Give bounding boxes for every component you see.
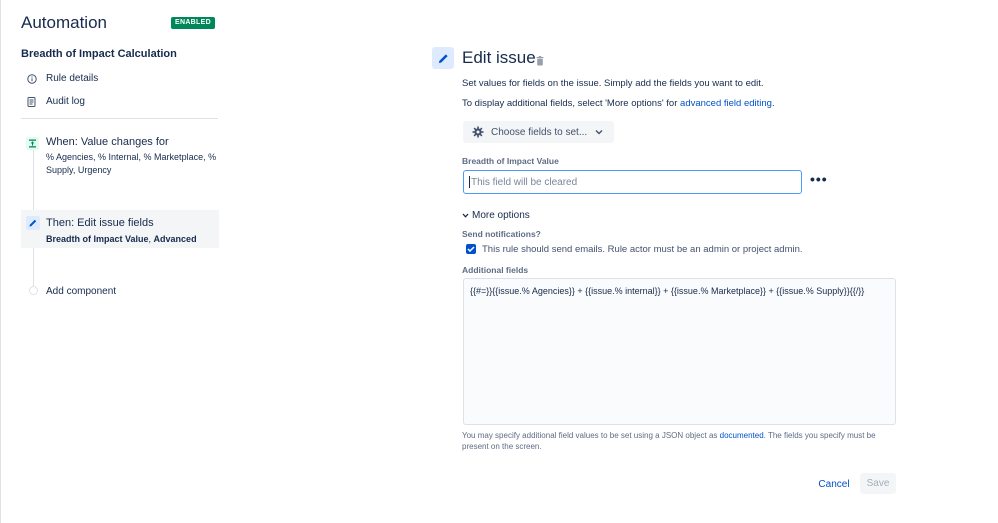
documented-link[interactable]: documented [720, 431, 764, 440]
send-notifications-label: Send notifications? [462, 229, 541, 239]
send-emails-checkbox[interactable] [466, 244, 476, 254]
trigger-title: When: Value changes for [46, 136, 169, 148]
additional-fields-label: Additional fields [462, 265, 529, 275]
breadth-of-impact-input[interactable]: This field will be cleared [463, 170, 802, 194]
trigger-icon [26, 137, 39, 150]
action-subtitle-field: Breadth of Impact Value [46, 234, 149, 244]
more-actions-icon[interactable]: ••• [810, 172, 828, 186]
app-title: Automation [21, 13, 107, 32]
cancel-button[interactable]: Cancel [814, 474, 854, 494]
field-label: Breadth of Impact Value [462, 156, 559, 166]
save-button[interactable]: Save [860, 473, 896, 494]
rule-details-label: Rule details [46, 73, 99, 84]
description-prefix: To display additional fields, select 'Mo… [462, 98, 681, 109]
action-subtitle: Breadth of Impact Value, Advanced [46, 234, 197, 244]
trigger-subtitle: % Agencies, % Internal, % Marketplace, %… [46, 152, 217, 175]
description-suffix: . [771, 98, 775, 109]
document-icon [26, 96, 37, 107]
trigger-component[interactable]: When: Value changes for % Agencies, % In… [46, 136, 221, 177]
pencil-icon [432, 47, 454, 69]
status-badge[interactable]: ENABLED [171, 17, 215, 29]
editor-description-more: To display additional fields, select 'Mo… [462, 98, 775, 109]
sidebar-divider [21, 118, 218, 119]
action-title: Then: Edit issue fields [46, 217, 154, 229]
audit-log-link[interactable]: Audit log [26, 96, 85, 107]
gear-icon [472, 126, 484, 138]
audit-log-label: Audit log [46, 96, 85, 107]
choose-fields-label: Choose fields to set... [491, 126, 588, 138]
additional-fields-help: You may specify additional field values … [462, 430, 902, 452]
action-subtitle-rest: Advanced [153, 234, 197, 244]
more-options-label: More options [472, 210, 530, 221]
add-component-button[interactable]: Add component [46, 286, 116, 297]
more-options-toggle[interactable]: More options [462, 210, 530, 221]
trash-icon[interactable] [536, 53, 544, 71]
checkmark-icon [467, 246, 475, 252]
rule-title: Breadth of Impact Calculation [21, 48, 177, 60]
chevron-down-icon [462, 213, 469, 218]
editor-description: Set values for fields on the issue. Simp… [462, 78, 764, 89]
text-caret [469, 176, 470, 188]
choose-fields-dropdown[interactable]: Choose fields to set... [463, 121, 614, 143]
info-icon [26, 73, 37, 84]
help-prefix: You may specify additional field values … [462, 431, 720, 440]
field-placeholder: This field will be cleared [471, 176, 578, 188]
chevron-down-icon [595, 129, 603, 135]
page-left-border [0, 0, 1, 523]
add-component-dot-icon [29, 286, 38, 295]
editor-title: Edit issue [462, 48, 536, 67]
additional-fields-textarea[interactable]: {{#=}}{{issue.% Agencies}} + {{issue.% i… [463, 278, 896, 425]
rule-details-link[interactable]: Rule details [26, 73, 98, 84]
send-emails-label: This rule should send emails. Rule actor… [482, 244, 803, 255]
pencil-icon [26, 216, 40, 230]
advanced-field-editing-link[interactable]: advanced field editing [680, 98, 772, 109]
